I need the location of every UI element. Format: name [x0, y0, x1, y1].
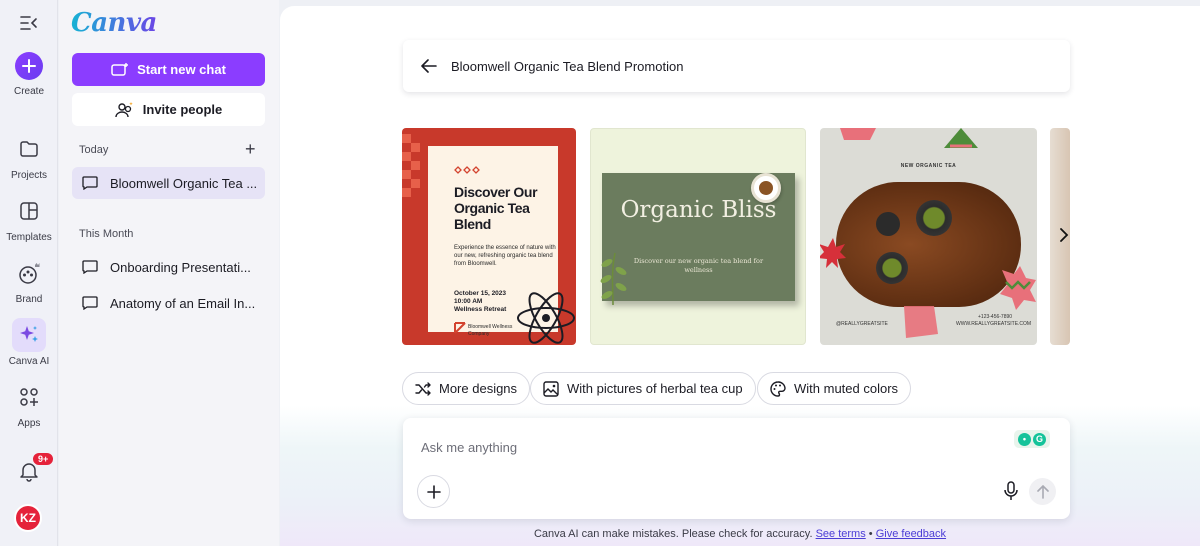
atom-graphic: [517, 292, 575, 344]
invite-people-button[interactable]: Invite people: [72, 93, 265, 126]
grammarly-icon[interactable]: • G: [1014, 430, 1050, 448]
new-chat-icon: [111, 62, 129, 76]
give-feedback-link[interactable]: Give feedback: [876, 528, 946, 540]
today-header: Today: [79, 144, 109, 156]
card2-body: Discover our new organic tea blend for w…: [633, 257, 764, 274]
rail-create-label: Create: [13, 86, 44, 97]
chip-muted-colors-label: With muted colors: [794, 381, 899, 396]
card3-label: NEW ORGANIC TEA: [900, 163, 957, 169]
invite-people-label: Invite people: [142, 102, 223, 117]
chat-bubble-icon: [82, 260, 98, 274]
shuffle-icon: [415, 381, 431, 396]
pink-zigzag-shape: [1000, 266, 1036, 310]
rail-brand-label: Brand: [15, 294, 43, 305]
chat-item-label: Onboarding Presentati...: [110, 259, 251, 275]
card1-body: Experience the essence of nature with ou…: [454, 245, 556, 267]
herb-sprig-image: [600, 252, 627, 305]
green-triangle-shape: [944, 128, 978, 148]
main-panel: Bloomwell Organic Tea Blend Promotion Di…: [280, 6, 1200, 546]
add-chat-plus-icon[interactable]: +: [245, 140, 256, 158]
tea-pot: [876, 212, 900, 236]
prompt-input[interactable]: Ask me anything: [421, 440, 517, 455]
rail-templates-label: Templates: [6, 232, 52, 243]
back-arrow-icon[interactable]: [421, 59, 437, 73]
plus-icon: [15, 52, 43, 80]
this-month-header: This Month: [79, 228, 134, 240]
chip-herbal-tea-cup[interactable]: With pictures of herbal tea cup: [530, 372, 756, 405]
sparkle-icon: [12, 318, 46, 352]
rail-apps[interactable]: Apps: [0, 380, 58, 429]
start-new-chat-label: Start new chat: [137, 62, 226, 77]
chat-sidebar: Canva Start new chat Invite people Today…: [59, 0, 279, 546]
separator-dot: •: [868, 528, 873, 540]
carousel-next-icon[interactable]: [1059, 228, 1069, 247]
rail-brand[interactable]: Brand: [0, 256, 58, 305]
rail-canva-ai[interactable]: Canva AI: [0, 318, 58, 367]
plus-icon: [426, 484, 441, 499]
chat-item[interactable]: Anatomy of an Email In...: [72, 287, 265, 319]
brand-icon: [12, 256, 46, 290]
apps-icon: [12, 380, 46, 414]
card1-heading: Discover Our Organic Tea Blend: [454, 184, 538, 232]
company-logo-mark: [454, 322, 466, 334]
rail-projects[interactable]: Projects: [0, 132, 58, 181]
avatar[interactable]: KZ: [14, 504, 42, 532]
matcha-bowl: [876, 252, 908, 284]
chip-muted-colors[interactable]: With muted colors: [757, 372, 912, 405]
notification-badge: 9+: [32, 452, 55, 466]
see-terms-link[interactable]: See terms: [816, 528, 866, 540]
card3-site: WWW.REALLYGREATSITE.COM: [956, 321, 1032, 327]
design-card-organic-bliss[interactable]: Organic Bliss Discover our new organic t…: [590, 128, 806, 345]
chat-item-label: Anatomy of an Email In...: [110, 295, 256, 311]
chip-more-designs-label: More designs: [439, 381, 518, 396]
conversation-title-bar: Bloomwell Organic Tea Blend Promotion: [403, 40, 1070, 92]
palette-icon: [770, 380, 786, 397]
canva-logo[interactable]: Canva: [71, 8, 157, 38]
rail-create[interactable]: Create: [0, 52, 58, 97]
wooden-board-photo: [836, 182, 1021, 307]
send-button[interactable]: [1029, 478, 1056, 505]
chat-item[interactable]: Bloomwell Organic Tea ...: [72, 167, 265, 199]
disclaimer-text: Canva AI can make mistakes. Please check…: [533, 528, 813, 540]
diamond-ornaments: [454, 166, 480, 174]
left-rail: Create Projects Templates Brand Canva AI…: [0, 0, 58, 546]
matcha-bowl: [916, 200, 952, 236]
red-starburst-shape: [820, 238, 846, 268]
conversation-title: Bloomwell Organic Tea Blend Promotion: [451, 58, 684, 74]
add-people-icon: [115, 101, 133, 117]
rail-templates[interactable]: Templates: [0, 194, 58, 243]
rail-canva-ai-label: Canva AI: [8, 356, 50, 367]
ai-disclaimer: Canva AI can make mistakes. Please check…: [280, 528, 1200, 540]
chat-bubble-icon: [82, 176, 98, 190]
rail-projects-label: Projects: [10, 170, 48, 181]
design-card-discover[interactable]: Discover Our Organic Tea Blend Experienc…: [402, 128, 576, 345]
image-icon: [543, 380, 559, 397]
arrow-up-icon: [1036, 484, 1049, 499]
design-card-new-organic-tea[interactable]: NEW ORGANIC TEA @REALLYGREATSITE +123-45…: [820, 128, 1037, 345]
tea-cup-image: [751, 173, 781, 203]
chat-item-label: Bloomwell Organic Tea ...: [110, 175, 258, 191]
prompt-input-box[interactable]: Ask me anything • G: [403, 418, 1070, 519]
chip-herbal-tea-cup-label: With pictures of herbal tea cup: [567, 381, 743, 396]
add-attachment-button[interactable]: [417, 475, 450, 508]
templates-icon: [12, 194, 46, 228]
chat-bubble-icon: [82, 296, 98, 310]
card3-phone: +123-456-7890: [978, 314, 1013, 320]
rail-apps-label: Apps: [17, 418, 41, 429]
chat-item[interactable]: Onboarding Presentati...: [72, 251, 265, 283]
pink-shape-top: [840, 128, 876, 140]
pink-paper-shape: [904, 306, 938, 338]
start-new-chat-button[interactable]: Start new chat: [72, 53, 265, 86]
folder-icon: [12, 132, 46, 166]
card3-handle: @REALLYGREATSITE: [836, 321, 888, 327]
collapse-sidebar-icon[interactable]: [19, 14, 39, 32]
microphone-icon[interactable]: [1001, 480, 1021, 502]
chip-more-designs[interactable]: More designs: [402, 372, 531, 405]
